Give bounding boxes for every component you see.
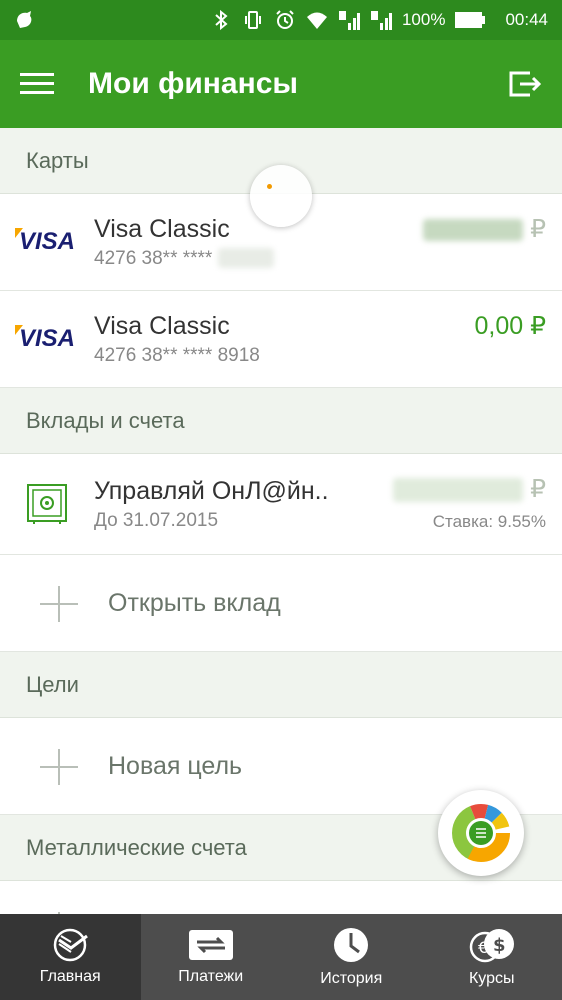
safe-icon [27,484,67,524]
wifi-icon [306,12,327,29]
clock-icon [334,928,369,962]
open-deposit-button[interactable]: Открыть вклад [0,555,562,652]
sber-logo-icon [54,928,89,962]
card-number: 4276 38** **** 8918 [94,344,260,366]
card-balance: 0,00 ₽ [474,312,546,340]
hidden-balance [393,478,524,503]
donut-chart-icon [452,804,510,862]
new-goal-label: Новая цель [108,751,243,780]
notification-app-icon [17,11,32,28]
clock-time: 00:44 [505,10,548,29]
nav-payments-label: Платежи [178,968,244,985]
visa-logo: VISA [14,325,75,353]
nav-rates[interactable]: € $ Курсы [422,914,562,1000]
hidden-digits [217,248,274,269]
signal-sim1-icon [338,11,360,30]
nav-home-label: Главная [39,968,101,985]
deposit-rate: Ставка: 9.55% [432,512,546,531]
plus-icon [30,737,88,795]
spending-chart-button[interactable] [438,790,524,876]
nav-payments[interactable]: Платежи [141,914,282,1000]
currency-icon: € $ [469,929,514,963]
touch-indicator [250,165,312,227]
card-balance: ₽ [423,214,546,244]
page-title: Мои финансы [88,67,299,100]
hidden-balance [423,219,524,242]
svg-text:$: $ [493,935,506,956]
plus-icon [30,574,88,632]
bottom-navigation: Главная Платежи История € $ Курсы [0,914,562,1000]
deposit-balance: ₽ [393,474,546,504]
alarm-icon [276,10,294,29]
bluetooth-icon [215,9,228,31]
deposit-row[interactable]: Управляй ОнЛ@йн.. До 31.07.2015 ₽ Ставка… [0,454,562,555]
nav-home[interactable]: Главная [0,914,141,1000]
app-bar: Мои финансы [0,40,562,128]
logout-icon[interactable] [508,67,542,101]
nav-history-label: История [320,970,383,987]
menu-icon[interactable] [20,71,54,97]
vibrate-icon [244,11,261,29]
nav-history[interactable]: История [281,914,422,1000]
open-deposit-label: Открыть вклад [108,588,281,617]
section-deposits: Вклады и счета [0,388,562,454]
nav-rates-label: Курсы [468,970,515,987]
section-goals: Цели [0,652,562,718]
card-number: 4276 38** **** [94,248,562,270]
battery-percent: 100% [401,10,446,29]
card-row-2[interactable]: VISA Visa Classic 4276 38** **** 8918 0,… [0,291,562,388]
battery-icon [455,12,486,28]
signal-sim2-icon [370,11,392,30]
payments-icon [188,930,233,960]
status-bar: 100% 00:44 [0,0,562,40]
visa-logo: VISA [14,228,75,256]
